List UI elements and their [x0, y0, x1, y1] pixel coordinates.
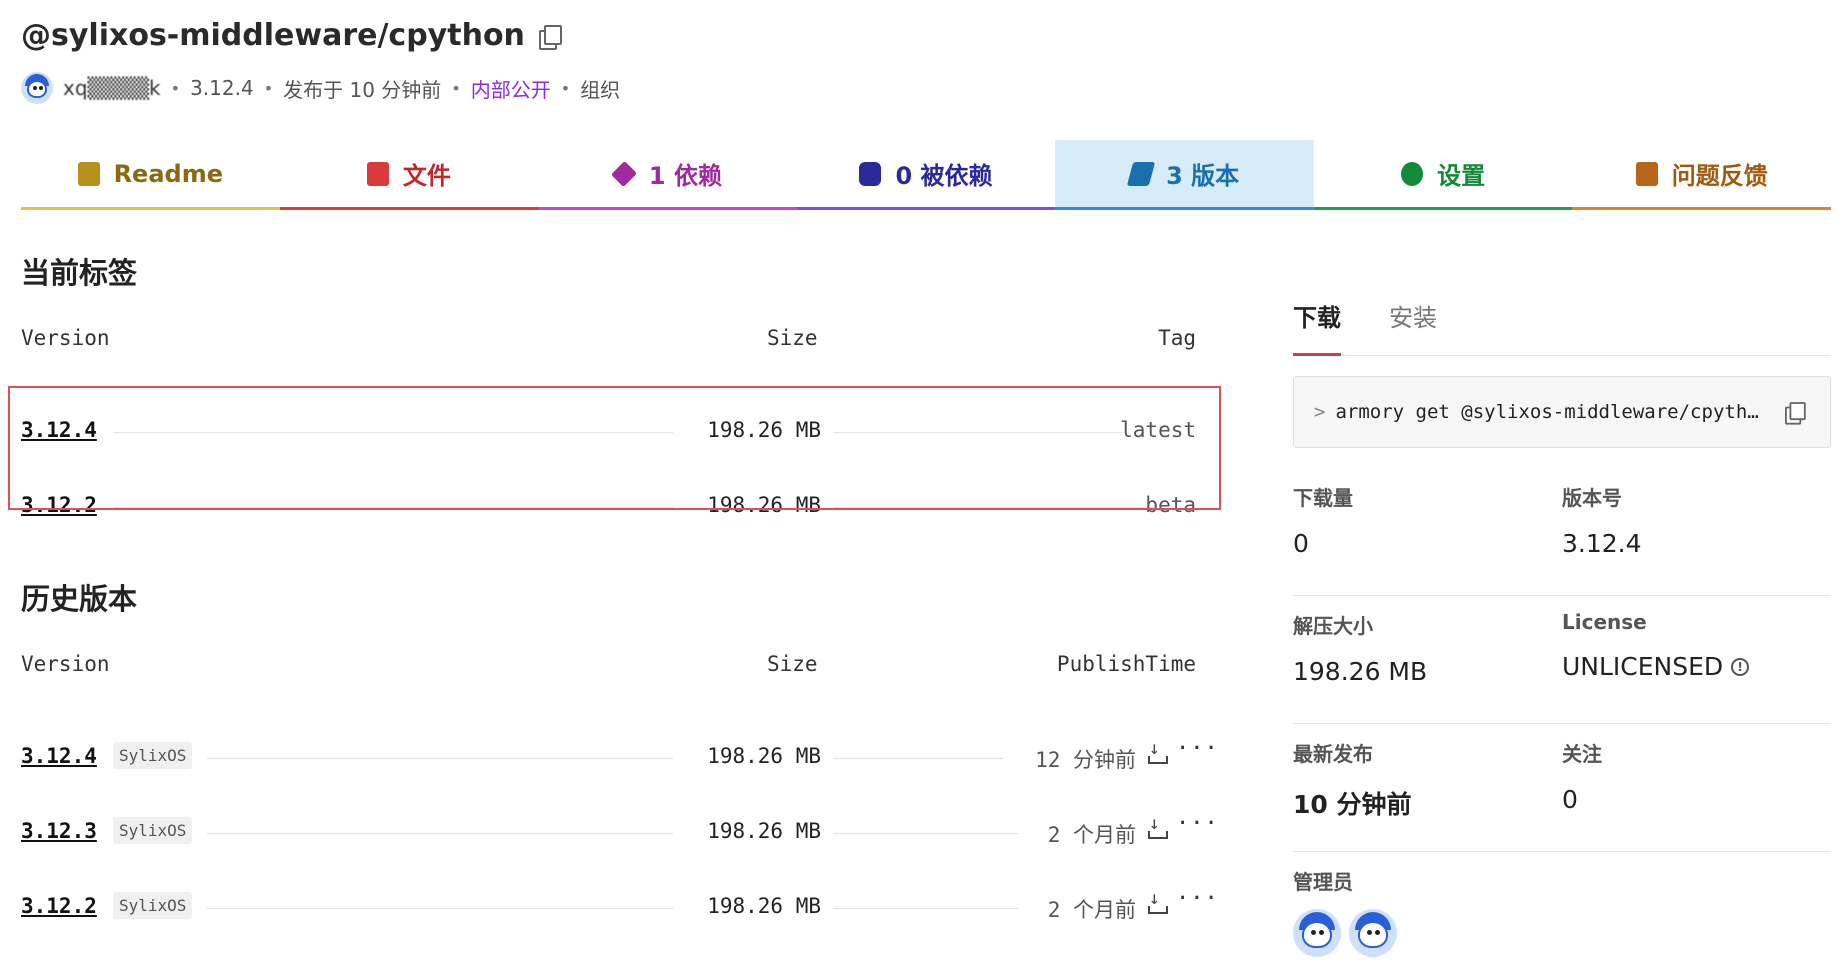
tab-dependents[interactable]: 0 被依赖 — [796, 140, 1056, 210]
copy-icon[interactable] — [1785, 402, 1806, 425]
visibility-badge: 内部公开 — [470, 77, 551, 102]
version-value: 3.12.4 — [1562, 529, 1642, 558]
downloads-value: 0 — [1293, 529, 1309, 558]
package-name: @sylixos-middleware/cpython — [21, 18, 525, 53]
table-row: 3.12.4 SylixOS 198.26 MB 12 分钟前 ··· — [21, 734, 1218, 809]
info-icon[interactable]: ! — [1731, 657, 1750, 676]
owner-type: 组织 — [580, 77, 621, 102]
package-tabs: Readme 文件 1 依赖 0 被依赖 3 版本 设置 问题反馈 — [21, 140, 1832, 210]
tab-settings[interactable]: 设置 — [1313, 140, 1573, 210]
tags-icon — [1126, 161, 1156, 186]
highlight-box — [8, 386, 1221, 510]
version-link[interactable]: 3.12.3 — [21, 819, 97, 843]
table-row: 3.12.2 SylixOS 198.26 MB 2 个月前 ··· — [21, 884, 1218, 959]
cube-icon — [610, 160, 637, 187]
issue-icon — [1635, 161, 1658, 186]
table-header: Version Size Tag — [21, 326, 1196, 350]
admin-avatar[interactable] — [1349, 909, 1397, 957]
follow-value: 0 — [1562, 785, 1578, 814]
downloads-label: 下载量 — [1293, 486, 1353, 510]
follow-label: 关注 — [1562, 742, 1602, 766]
unpacked-size-value: 198.26 MB — [1293, 657, 1428, 686]
current-tags-title: 当前标签 — [21, 256, 138, 290]
table-header: Version Size PublishTime — [21, 652, 1196, 676]
stats: 下载量 0 版本号 3.12.4 解压大小 198.26 MB License … — [1293, 468, 1831, 957]
command-text: armory get @sylixos-middleware/cpyth… — [1335, 401, 1759, 423]
gear-icon — [1401, 161, 1424, 186]
readme-icon — [77, 161, 100, 186]
history-table: Version Size PublishTime 3.12.4 SylixOS … — [21, 652, 1218, 959]
version-link[interactable]: 3.12.4 — [21, 744, 97, 768]
os-badge: SylixOS — [113, 817, 193, 844]
more-icon[interactable]: ··· — [1176, 886, 1219, 911]
version-link[interactable]: 3.12.2 — [21, 894, 97, 918]
history-title: 历史版本 — [21, 582, 138, 616]
user-avatar[interactable] — [21, 72, 53, 104]
admin-avatar[interactable] — [1293, 909, 1341, 957]
tab-files[interactable]: 文件 — [279, 140, 539, 210]
license-label: License — [1562, 610, 1647, 634]
tab-versions[interactable]: 3 版本 — [1055, 140, 1314, 210]
latest-release-value: 10 分钟前 — [1293, 790, 1412, 819]
version-label: 版本号 — [1562, 486, 1622, 510]
unpacked-size-label: 解压大小 — [1293, 614, 1373, 638]
download-icon[interactable] — [1145, 888, 1168, 914]
tab-issues[interactable]: 问题反馈 — [1572, 140, 1832, 210]
file-code-icon — [366, 161, 389, 186]
tab-dependencies[interactable]: 1 依赖 — [538, 140, 797, 210]
admins-label: 管理员 — [1293, 870, 1353, 894]
side-panel: 下载 安装 > armory get @sylixos-middleware/c… — [1293, 290, 1831, 957]
copy-icon[interactable] — [538, 24, 562, 50]
admin-list — [1293, 909, 1831, 957]
tab-download[interactable]: 下载 — [1293, 290, 1341, 356]
os-badge: SylixOS — [113, 892, 193, 919]
table-row: 3.12.3 SylixOS 198.26 MB 2 个月前 ··· — [21, 809, 1218, 884]
more-icon[interactable]: ··· — [1176, 736, 1219, 761]
side-tabs: 下载 安装 — [1293, 290, 1831, 356]
command-box[interactable]: > armory get @sylixos-middleware/cpyth… — [1293, 376, 1831, 448]
more-icon[interactable]: ··· — [1176, 811, 1219, 836]
package-title: @sylixos-middleware/cpython — [21, 18, 562, 53]
os-badge: SylixOS — [113, 742, 193, 769]
tab-install[interactable]: 安装 — [1389, 290, 1437, 355]
latest-release-label: 最新发布 — [1293, 742, 1373, 766]
meta-version: 3.12.4 — [190, 76, 254, 100]
meta-published: 发布于 10 分钟前 — [283, 77, 442, 102]
download-icon[interactable] — [1145, 738, 1168, 764]
tab-readme[interactable]: Readme — [21, 140, 280, 210]
cubes-icon — [859, 161, 882, 186]
publisher-name[interactable]: xq▒▒▒▒k — [63, 76, 161, 100]
package-meta: xq▒▒▒▒k • 3.12.4 • 发布于 10 分钟前 • 内部公开 • 组… — [21, 72, 620, 104]
license-value: UNLICENSED ! — [1562, 652, 1831, 681]
download-icon[interactable] — [1145, 813, 1168, 839]
